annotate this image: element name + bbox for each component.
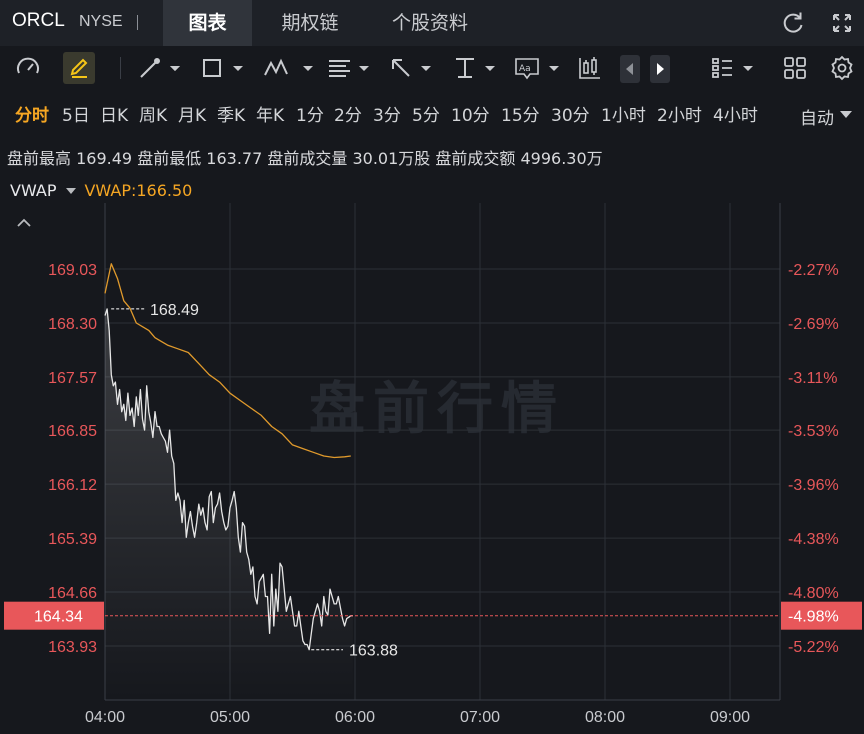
y-tick-label: 165.39 [48, 531, 97, 548]
y-tick-label: 163.93 [48, 639, 97, 656]
y-tick-label: 164.66 [48, 585, 97, 602]
y-tick-label: 168.30 [48, 316, 97, 333]
pct-tick-label: -5.22% [788, 639, 839, 656]
watermark-text: 盘前行情 [309, 377, 565, 442]
x-tick-label: 07:00 [460, 709, 500, 726]
pct-tick-label: -2.69% [788, 316, 839, 333]
x-tick-label: 09:00 [710, 709, 750, 726]
y-tick-label: 167.57 [48, 370, 97, 387]
y-tick-label: 169.03 [48, 262, 97, 279]
y-tick-label: 166.85 [48, 423, 97, 440]
x-tick-label: 04:00 [85, 709, 125, 726]
pct-tick-label: -4.38% [788, 531, 839, 548]
current-price-label: 164.34 [34, 609, 83, 626]
pct-tick-label: -3.96% [788, 477, 839, 494]
current-pct-label: -4.98% [788, 609, 839, 626]
high-marker-label: 168.49 [150, 302, 199, 319]
pct-tick-label: -3.11% [788, 370, 838, 387]
pct-tick-label: -4.80% [788, 585, 839, 602]
pct-tick-label: -2.27% [788, 262, 839, 279]
x-tick-label: 08:00 [585, 709, 625, 726]
price-chart[interactable]: 盘前行情 169.03 -2.27% 168.30 -2.69% 167.57 -3.11%… [0, 0, 864, 734]
x-tick-label: 06:00 [335, 709, 375, 726]
low-marker-label: 163.88 [349, 643, 398, 660]
y-tick-label: 166.12 [48, 477, 97, 494]
pct-tick-label: -3.53% [788, 423, 839, 440]
x-tick-label: 05:00 [210, 709, 250, 726]
price-area [105, 308, 353, 700]
